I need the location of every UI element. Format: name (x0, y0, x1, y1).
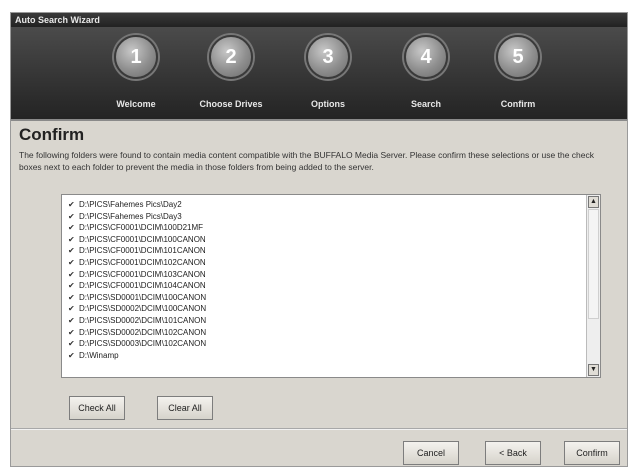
folder-path: D:\PICS\CF0001\DCIM\101CANON (79, 246, 206, 256)
step-number-icon: 4 (404, 35, 448, 79)
folder-path: D:\PICS\CF0001\DCIM\104CANON (79, 281, 206, 291)
checkbox-checked-icon[interactable]: ✔ (68, 269, 76, 281)
list-item[interactable]: ✔ D:\PICS\Fahemes Pics\Day3 (68, 211, 206, 223)
folder-path: D:\PICS\CF0001\DCIM\100D21MF (79, 223, 204, 233)
list-item[interactable]: ✔ D:\PICS\SD0002\DCIM\100CANON (68, 303, 206, 315)
list-item[interactable]: ✔ D:\PICS\SD0002\DCIM\101CANON (68, 315, 206, 327)
checkbox-checked-icon[interactable]: ✔ (68, 234, 76, 246)
cancel-button[interactable]: Cancel (403, 441, 459, 465)
scroll-up-arrow-icon[interactable]: ▲ (588, 196, 599, 208)
checkbox-checked-icon[interactable]: ✔ (68, 315, 76, 327)
checkbox-checked-icon[interactable]: ✔ (68, 338, 76, 350)
list-item[interactable]: ✔ D:\Winamp (68, 350, 206, 362)
list-item[interactable]: ✔ D:\PICS\SD0001\DCIM\100CANON (68, 292, 206, 304)
checkbox-checked-icon[interactable]: ✔ (68, 280, 76, 292)
footer-divider (11, 428, 627, 430)
list-item[interactable]: ✔ D:\PICS\SD0002\DCIM\102CANON (68, 327, 206, 339)
checkbox-checked-icon[interactable]: ✔ (68, 211, 76, 223)
step-number-icon: 5 (496, 35, 540, 79)
folder-path: D:\Winamp (79, 350, 119, 360)
list-item[interactable]: ✔ D:\PICS\CF0001\DCIM\104CANON (68, 280, 206, 292)
step-choose-drives: 2 Choose Drives (186, 35, 276, 109)
step-confirm: 5 Confirm (473, 35, 563, 109)
step-label: Search (410, 99, 442, 109)
checkbox-checked-icon[interactable]: ✔ (68, 292, 76, 304)
step-number-icon: 1 (114, 35, 158, 79)
clear-all-button[interactable]: Clear All (157, 396, 213, 420)
folder-path: D:\PICS\Fahemes Pics\Day3 (79, 211, 182, 221)
checkbox-checked-icon[interactable]: ✔ (68, 245, 76, 257)
folder-path: D:\PICS\SD0001\DCIM\100CANON (79, 292, 207, 302)
step-number-icon: 3 (306, 35, 350, 79)
scrollbar-thumb[interactable] (588, 209, 599, 319)
folder-path: D:\PICS\CF0001\DCIM\100CANON (79, 234, 206, 244)
list-item[interactable]: ✔ D:\PICS\CF0001\DCIM\100D21MF (68, 222, 206, 234)
folder-path: D:\PICS\SD0003\DCIM\102CANON (79, 339, 207, 349)
step-label: Welcome (116, 99, 156, 109)
wizard-window: Auto Search Wizard 1 Welcome 2 Choose Dr… (10, 12, 628, 467)
folder-path: D:\PICS\CF0001\DCIM\102CANON (79, 257, 206, 267)
page-description: The following folders were found to cont… (19, 150, 594, 172)
vertical-scrollbar[interactable]: ▲ ▼ (586, 195, 600, 377)
checkbox-checked-icon[interactable]: ✔ (68, 327, 76, 339)
checkbox-checked-icon[interactable]: ✔ (68, 350, 76, 362)
confirm-button[interactable]: Confirm (564, 441, 620, 465)
folder-list[interactable]: ✔ D:\PICS\Fahemes Pics\Day2 ✔ D:\PICS\Fahe… (61, 194, 601, 378)
window-title: Auto Search Wizard (11, 13, 627, 27)
checkbox-checked-icon[interactable]: ✔ (68, 257, 76, 269)
step-label: Choose Drives (199, 99, 263, 109)
folder-path: D:\PICS\SD0002\DCIM\101CANON (79, 315, 207, 325)
folder-path: D:\PICS\Fahemes Pics\Day2 (79, 200, 182, 209)
step-number-icon: 2 (209, 35, 253, 79)
step-options: 3 Options (283, 35, 373, 109)
list-item[interactable]: ✔ D:\PICS\SD0003\DCIM\102CANON (68, 338, 206, 350)
back-button[interactable]: < Back (485, 441, 541, 465)
step-label: Confirm (500, 99, 536, 109)
folder-path: D:\PICS\CF0001\DCIM\103CANON (79, 269, 206, 279)
step-label: Options (311, 99, 345, 109)
check-all-button[interactable]: Check All (69, 396, 125, 420)
list-item[interactable]: ✔ D:\PICS\CF0001\DCIM\101CANON (68, 245, 206, 257)
page-title: Confirm (19, 125, 85, 144)
folder-path: D:\PICS\SD0002\DCIM\100CANON (79, 304, 207, 314)
step-welcome: 1 Welcome (91, 35, 181, 109)
checkbox-checked-icon[interactable]: ✔ (68, 303, 76, 315)
folder-rows: ✔ D:\PICS\Fahemes Pics\Day2 ✔ D:\PICS\Fahe… (68, 199, 206, 361)
folder-path: D:\PICS\SD0002\DCIM\102CANON (79, 327, 207, 337)
list-item[interactable]: ✔ D:\PICS\CF0001\DCIM\103CANON (68, 269, 206, 281)
scroll-down-arrow-icon[interactable]: ▼ (588, 364, 599, 376)
list-item[interactable]: ✔ D:\PICS\CF0001\DCIM\102CANON (68, 257, 206, 269)
list-item[interactable]: ✔ D:\PICS\Fahemes Pics\Day2 (68, 199, 206, 211)
list-item[interactable]: ✔ D:\PICS\CF0001\DCIM\100CANON (68, 234, 206, 246)
checkbox-checked-icon[interactable]: ✔ (68, 222, 76, 234)
wizard-steps-banner: 1 Welcome 2 Choose Drives 3 Options 4 Se… (11, 27, 627, 121)
step-search: 4 Search (381, 35, 471, 109)
checkbox-checked-icon[interactable]: ✔ (68, 199, 76, 211)
